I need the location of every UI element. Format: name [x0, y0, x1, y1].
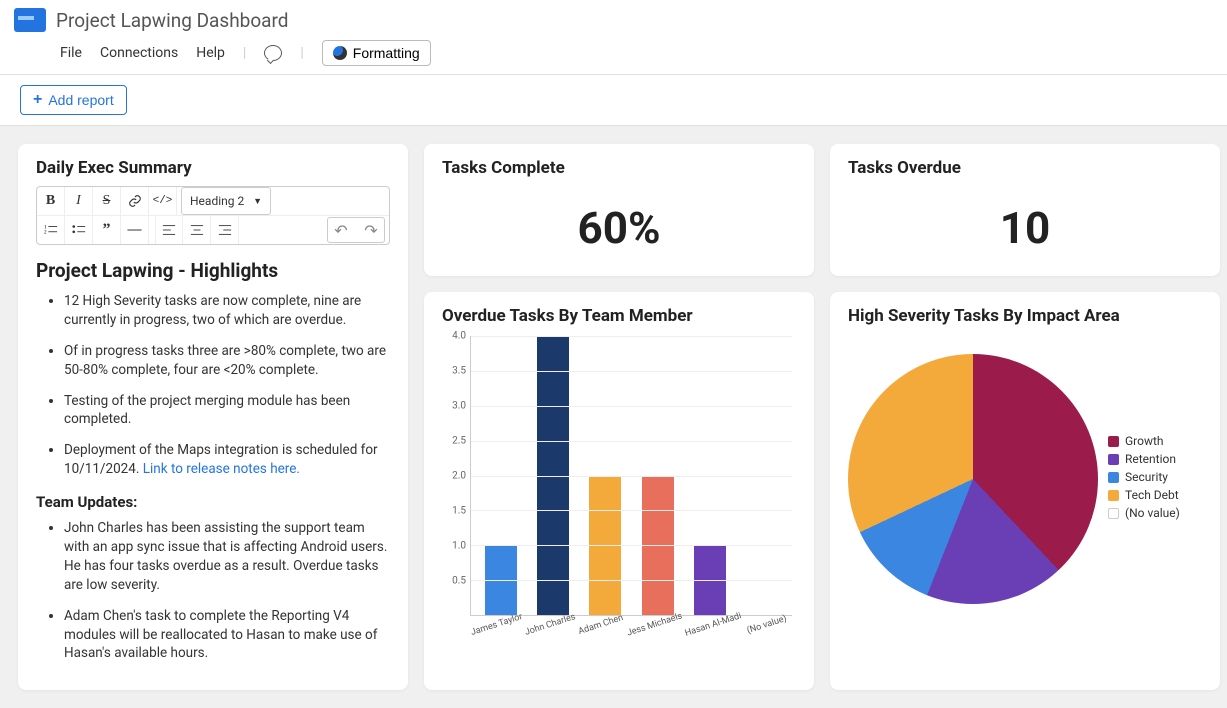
legend-label: Security [1125, 470, 1168, 484]
rich-text-toolbar: B I S </> Heading 2 ▼ 12 ” — [36, 186, 390, 245]
team-updates-list: John Charles has been assisting the supp… [36, 519, 390, 663]
formatting-label: Formatting [353, 45, 420, 61]
menu-divider: | [300, 45, 303, 61]
list-item: Of in progress tasks three are >80% comp… [64, 342, 390, 380]
italic-button[interactable]: I [65, 187, 93, 215]
undo-button[interactable]: ↶ [328, 218, 354, 242]
chevron-down-icon: ▼ [253, 196, 262, 207]
card-title: Overdue Tasks By Team Member [442, 306, 796, 326]
align-right-button[interactable] [211, 216, 239, 244]
exec-summary-card: Daily Exec Summary B I S </> Heading 2 ▼… [18, 144, 408, 690]
legend-label: Retention [1125, 452, 1176, 466]
dashboard-grid: Daily Exec Summary B I S </> Heading 2 ▼… [0, 126, 1227, 708]
card-title: Tasks Complete [442, 158, 796, 178]
pie-chart [848, 354, 1098, 604]
list-item: John Charles has been assisting the supp… [64, 519, 390, 595]
menu-help[interactable]: Help [196, 45, 225, 61]
legend-item[interactable]: Tech Debt [1108, 488, 1180, 502]
redo-button[interactable]: ↷ [358, 218, 384, 242]
list-item: Testing of the project merging module ha… [64, 392, 390, 430]
document-title[interactable]: Project Lapwing Dashboard [56, 9, 288, 32]
legend-swatch [1108, 508, 1119, 519]
list-item: Adam Chen's task to complete the Reporti… [64, 607, 390, 664]
bold-button[interactable]: B [37, 187, 65, 215]
highlights-list: 12 High Severity tasks are now complete,… [36, 292, 390, 479]
y-axis-tick: 1.0 [452, 541, 466, 552]
legend-label: Tech Debt [1125, 488, 1179, 502]
tasks-complete-card: Tasks Complete 60% [424, 144, 814, 276]
align-left-button[interactable] [155, 216, 183, 244]
align-center-button[interactable] [183, 216, 211, 244]
legend-label: Growth [1125, 434, 1164, 448]
kpi-value: 10 [848, 186, 1202, 262]
svg-text:2: 2 [44, 230, 47, 236]
plus-icon: + [33, 91, 42, 109]
y-axis-tick: 4.0 [452, 331, 466, 342]
legend-swatch [1108, 490, 1119, 501]
heading-select-label: Heading 2 [190, 194, 244, 208]
y-axis-tick: 0.5 [452, 576, 466, 587]
overdue-bar-chart-card: Overdue Tasks By Team Member 0.51.01.52.… [424, 292, 814, 690]
comments-icon[interactable] [264, 45, 282, 61]
list-item: 12 High Severity tasks are now complete,… [64, 292, 390, 330]
y-axis-tick: 3.5 [452, 366, 466, 377]
x-axis-label: Adam Chen [576, 613, 627, 638]
add-report-button[interactable]: + Add report [20, 85, 127, 115]
release-notes-link[interactable]: Link to release notes here. [143, 461, 300, 477]
pie-legend: Growth Retention Security Tech Debt (No valu… [1108, 434, 1180, 524]
card-title: Tasks Overdue [848, 158, 1202, 178]
palette-icon [333, 46, 347, 60]
heading-select[interactable]: Heading 2 ▼ [181, 187, 271, 215]
severity-pie-chart-card: High Severity Tasks By Impact Area Growt… [830, 292, 1220, 690]
strikethrough-button[interactable]: S [93, 187, 121, 215]
legend-swatch [1108, 472, 1119, 483]
y-axis-tick: 1.5 [452, 506, 466, 517]
legend-item[interactable]: Growth [1108, 434, 1180, 448]
action-bar: + Add report [0, 75, 1227, 126]
y-axis-tick: 2.5 [452, 436, 466, 447]
code-button[interactable]: </> [149, 187, 177, 215]
card-title: Daily Exec Summary [36, 158, 390, 178]
horizontal-rule-button[interactable]: — [121, 216, 149, 244]
ordered-list-button[interactable]: 12 [37, 216, 65, 244]
list-item: Deployment of the Maps integration is sc… [64, 441, 390, 479]
unordered-list-button[interactable] [65, 216, 93, 244]
formatting-button[interactable]: Formatting [322, 40, 431, 66]
x-axis-label: (No value) [742, 613, 793, 638]
tasks-overdue-card: Tasks Overdue 10 [830, 144, 1220, 276]
menu-connections[interactable]: Connections [100, 45, 178, 61]
add-report-label: Add report [48, 92, 113, 108]
legend-item[interactable]: (No value) [1108, 506, 1180, 520]
legend-swatch [1108, 436, 1119, 447]
blockquote-button[interactable]: ” [93, 216, 121, 244]
link-button[interactable] [121, 187, 149, 215]
card-title: High Severity Tasks By Impact Area [848, 306, 1202, 326]
y-axis-tick: 2.0 [452, 471, 466, 482]
kpi-value: 60% [442, 186, 796, 262]
app-logo-icon [14, 8, 46, 32]
y-axis-tick: 3.0 [452, 401, 466, 412]
highlights-heading: Project Lapwing - Highlights [36, 259, 390, 282]
bar-chart: 0.51.01.52.02.53.03.54.0 James TaylorJoh… [470, 336, 792, 636]
top-bar: Project Lapwing Dashboard File Connectio… [0, 0, 1227, 75]
legend-swatch [1108, 454, 1119, 465]
legend-item[interactable]: Security [1108, 470, 1180, 484]
legend-label: (No value) [1125, 506, 1180, 520]
menu-file[interactable]: File [60, 45, 82, 61]
menu-divider: | [243, 45, 246, 61]
team-updates-heading: Team Updates: [36, 493, 390, 511]
legend-item[interactable]: Retention [1108, 452, 1180, 466]
